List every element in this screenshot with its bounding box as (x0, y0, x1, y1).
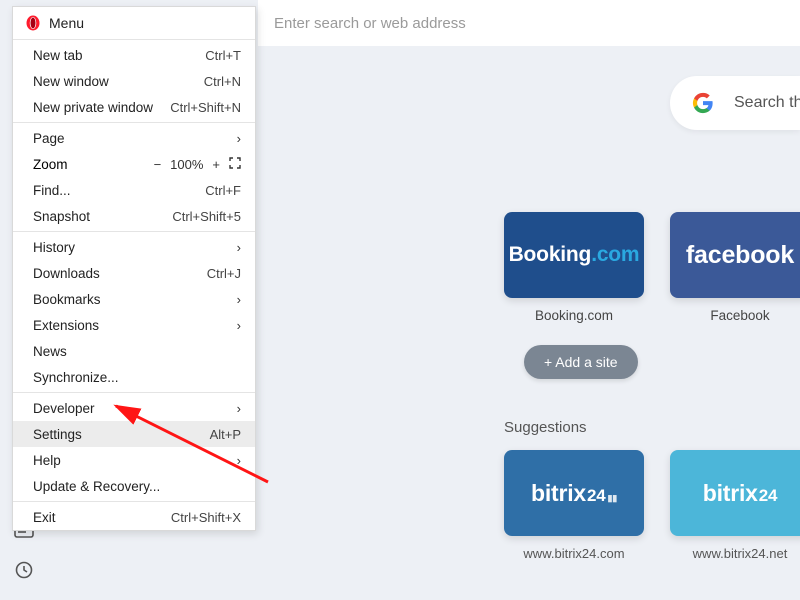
menu-separator (13, 392, 255, 393)
menu-snapshot[interactable]: Snapshot Ctrl+Shift+5 (13, 203, 255, 229)
chevron-right-icon: › (237, 318, 241, 333)
search-pill[interactable]: Search the web (670, 76, 800, 130)
speed-dial-tiles: Booking.com Booking.com facebook Faceboo… (504, 212, 800, 323)
tile-facebook[interactable]: facebook Facebook (670, 212, 800, 323)
menu-page[interactable]: Page › (13, 125, 255, 151)
chevron-right-icon: › (237, 292, 241, 307)
menu-separator (13, 122, 255, 123)
tile-booking-thumb: Booking.com (504, 212, 644, 298)
tile-url: www.bitrix24.net (693, 546, 788, 561)
tile-url: www.bitrix24.com (523, 546, 624, 561)
zoom-out-icon[interactable]: − (154, 157, 162, 172)
history-clock-icon[interactable] (15, 561, 33, 584)
menu-bookmarks[interactable]: Bookmarks › (13, 286, 255, 312)
menu-extensions[interactable]: Extensions › (13, 312, 255, 338)
menu-new-tab[interactable]: New tab Ctrl+T (13, 42, 255, 68)
menu-title: Menu (49, 15, 84, 31)
add-site-button[interactable]: + Add a site (524, 345, 638, 379)
menu-synchronize[interactable]: Synchronize... (13, 364, 255, 390)
address-placeholder: Enter search or web address (274, 15, 466, 32)
tile-booking[interactable]: Booking.com Booking.com (504, 212, 644, 323)
suggestions-tiles: bitrix24▮▮ www.bitrix24.com bitrix24 www… (504, 450, 800, 561)
menu-separator (13, 231, 255, 232)
zoom-in-icon[interactable]: + (212, 157, 220, 172)
menu-downloads[interactable]: Downloads Ctrl+J (13, 260, 255, 286)
address-bar[interactable]: Enter search or web address (258, 0, 800, 46)
menu-separator (13, 39, 255, 40)
google-icon (692, 92, 714, 114)
chevron-right-icon: › (237, 401, 241, 416)
tile-bitrix-com[interactable]: bitrix24▮▮ www.bitrix24.com (504, 450, 644, 561)
tile-facebook-thumb: facebook (670, 212, 800, 298)
chevron-right-icon: › (237, 240, 241, 255)
chevron-right-icon: › (237, 131, 241, 146)
menu-help[interactable]: Help › (13, 447, 255, 473)
menu-exit[interactable]: Exit Ctrl+Shift+X (13, 504, 255, 530)
chevron-right-icon: › (237, 453, 241, 468)
menu-zoom: Zoom − 100% + (13, 151, 255, 177)
tile-bitrix-thumb: bitrix24▮▮ (504, 450, 644, 536)
main-menu: Menu New tab Ctrl+T New window Ctrl+N Ne… (12, 6, 256, 531)
speed-dial-content: Search the web Booking.com Booking.com f… (258, 46, 800, 600)
tile-label: Facebook (710, 308, 769, 323)
menu-history[interactable]: History › (13, 234, 255, 260)
menu-new-window[interactable]: New window Ctrl+N (13, 68, 255, 94)
tile-bitrix-thumb: bitrix24 (670, 450, 800, 536)
menu-update-recovery[interactable]: Update & Recovery... (13, 473, 255, 499)
suggestions-heading: Suggestions (504, 419, 800, 436)
zoom-value: 100% (170, 157, 203, 172)
menu-news[interactable]: News (13, 338, 255, 364)
tile-bitrix-net[interactable]: bitrix24 www.bitrix24.net (670, 450, 800, 561)
search-placeholder: Search the web (734, 94, 800, 112)
menu-new-private-window[interactable]: New private window Ctrl+Shift+N (13, 94, 255, 120)
menu-header: Menu (13, 7, 255, 37)
opera-logo-icon (25, 15, 41, 31)
zoom-fullscreen-icon[interactable] (229, 157, 241, 172)
menu-developer[interactable]: Developer › (13, 395, 255, 421)
menu-settings[interactable]: Settings Alt+P (13, 421, 255, 447)
tile-label: Booking.com (535, 308, 613, 323)
menu-separator (13, 501, 255, 502)
menu-find[interactable]: Find... Ctrl+F (13, 177, 255, 203)
